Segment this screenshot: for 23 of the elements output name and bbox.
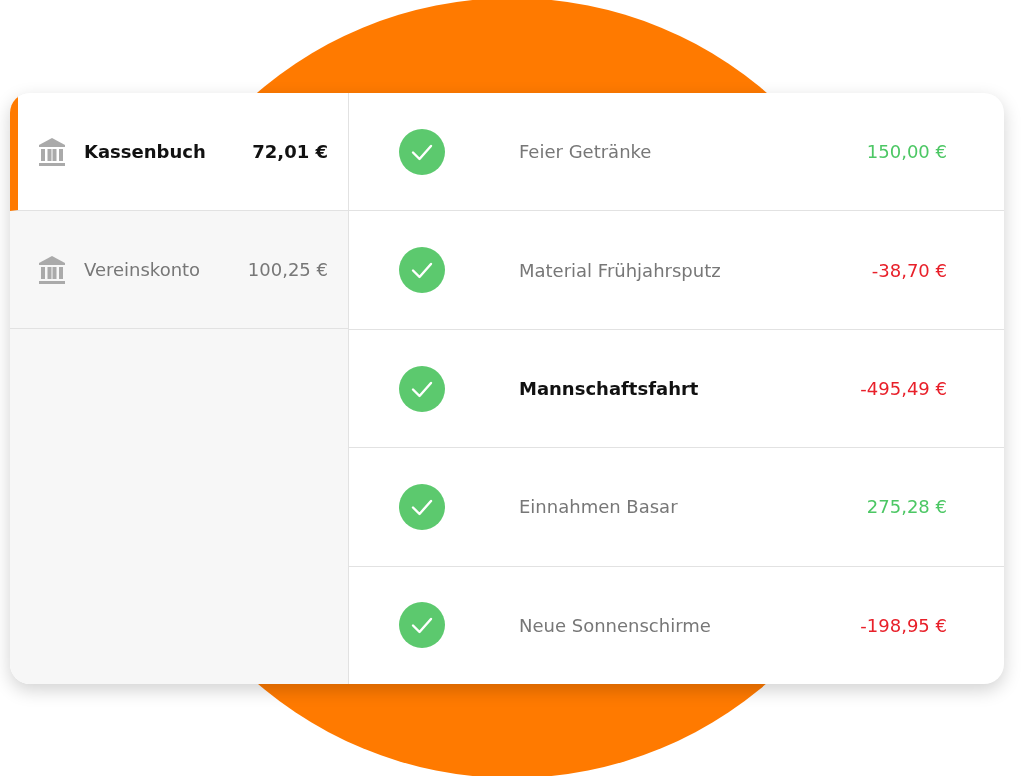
transaction-title: Mannschaftsfahrt	[519, 378, 700, 399]
transaction-row[interactable]: Feier Getränke 150,00 €	[349, 93, 1004, 212]
transaction-amount: -198,95 €	[860, 614, 947, 636]
transaction-row[interactable]: Neue Sonnenschirme -198,95 €	[349, 566, 1004, 684]
account-name: Kassenbuch	[84, 141, 207, 162]
bank-icon	[38, 136, 66, 167]
account-item[interactable]: Vereinskonto 100,25 €	[10, 211, 348, 329]
transaction-row[interactable]: Mannschaftsfahrt -495,49 €	[349, 329, 1004, 449]
transaction-amount: -495,49 €	[860, 378, 947, 399]
transaction-amount: -38,70 €	[871, 259, 947, 281]
account-balance: 100,25 €	[247, 259, 328, 280]
account-item[interactable]: Kassenbuch 72,01 €	[10, 93, 348, 211]
transaction-title: Einnahmen Basar	[519, 496, 679, 518]
transaction-title: Feier Getränke	[519, 141, 653, 163]
transaction-row[interactable]: Einnahmen Basar 275,28 €	[349, 448, 1004, 567]
account-name: Vereinskonto	[84, 259, 202, 280]
transaction-row[interactable]: Material Frühjahrsputz -38,70 €	[349, 211, 1004, 330]
transaction-title: Material Frühjahrsputz	[519, 259, 722, 281]
bank-icon	[38, 254, 66, 285]
transaction-amount: 150,00 €	[866, 141, 947, 163]
account-balance: 72,01 €	[252, 141, 328, 162]
transaction-title: Neue Sonnenschirme	[519, 614, 712, 636]
transaction-amount: 275,28 €	[866, 496, 947, 518]
